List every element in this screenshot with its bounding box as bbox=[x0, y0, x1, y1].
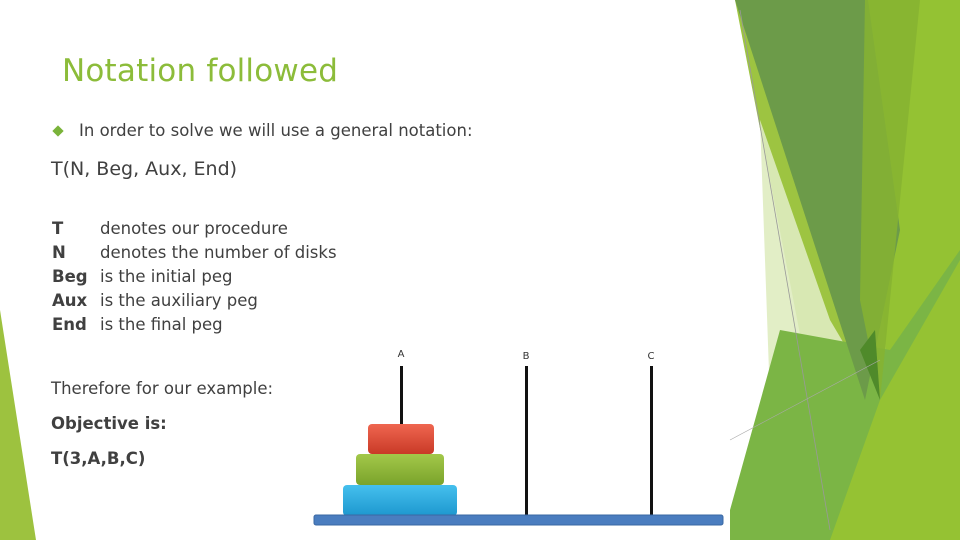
peg-label-c: C bbox=[648, 351, 655, 362]
peg-c bbox=[650, 366, 653, 516]
peg-b bbox=[525, 366, 528, 516]
objective-label: Objective is: bbox=[51, 414, 167, 433]
definition-desc: is the initial peg bbox=[100, 267, 233, 286]
definition-row: N denotes the number of disks bbox=[52, 241, 337, 265]
peg-label-a: A bbox=[398, 349, 405, 360]
definition-desc: is the auxiliary peg bbox=[100, 291, 258, 310]
bullet-item: In order to solve we will use a general … bbox=[52, 121, 473, 140]
definition-row: Aux is the auxiliary peg bbox=[52, 289, 337, 313]
hanoi-base bbox=[313, 514, 724, 526]
disk-medium bbox=[356, 454, 444, 485]
peg-label-b: B bbox=[523, 351, 530, 362]
bullet-text: In order to solve we will use a general … bbox=[79, 121, 473, 140]
definition-row: End is the final peg bbox=[52, 313, 337, 337]
slide-title: Notation followed bbox=[62, 53, 339, 89]
tower-of-hanoi-diagram: A B C bbox=[313, 349, 724, 526]
definition-desc: denotes our procedure bbox=[100, 219, 288, 238]
objective-value: T(3,A,B,C) bbox=[51, 449, 146, 468]
notation-signature: T(N, Beg, Aux, End) bbox=[51, 158, 238, 180]
definition-row: T denotes our procedure bbox=[52, 217, 337, 241]
disk-large bbox=[343, 485, 457, 516]
definition-desc: denotes the number of disks bbox=[100, 243, 337, 262]
example-intro: Therefore for our example: bbox=[51, 379, 274, 398]
definition-term: T bbox=[52, 219, 64, 238]
definitions-list: T denotes our procedure N denotes the nu… bbox=[52, 217, 337, 337]
definition-desc: is the final peg bbox=[100, 315, 223, 334]
definition-term: Beg bbox=[52, 267, 88, 286]
definition-row: Beg is the initial peg bbox=[52, 265, 337, 289]
definition-term: End bbox=[52, 315, 87, 334]
definition-term: N bbox=[52, 243, 66, 262]
disk-small bbox=[368, 424, 434, 454]
definition-term: Aux bbox=[52, 291, 88, 310]
diamond-bullet-icon bbox=[52, 124, 64, 137]
left-facet bbox=[0, 310, 36, 540]
